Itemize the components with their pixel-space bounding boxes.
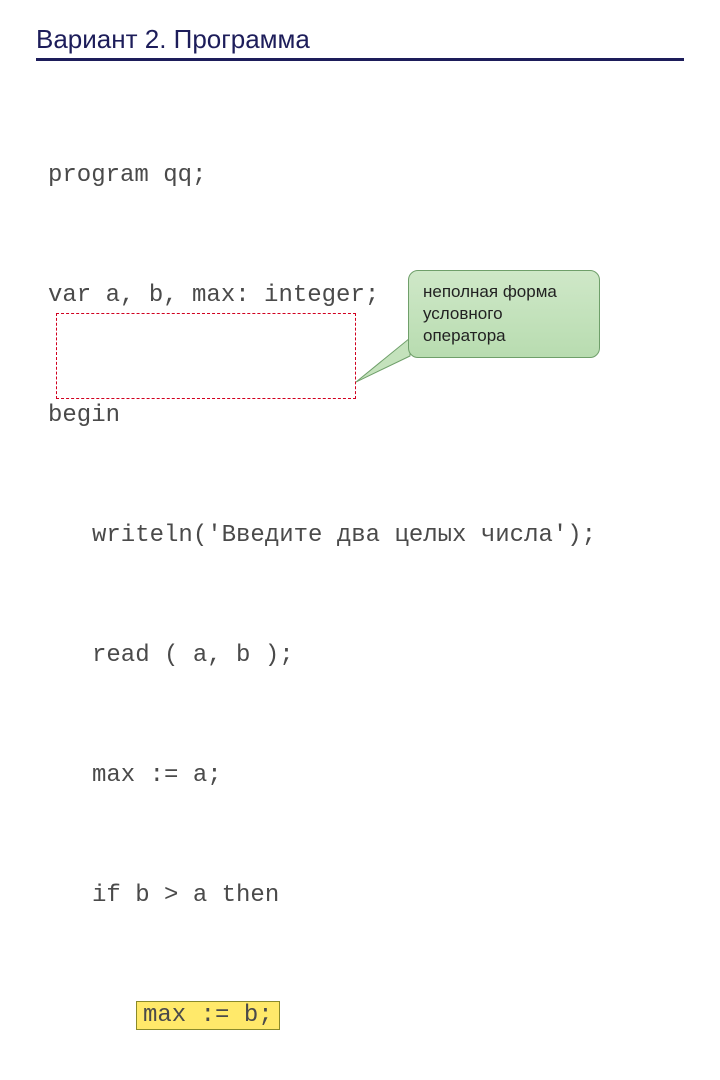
code-line-6: max := a;: [48, 756, 596, 796]
callout-box: неполная форма условного оператора: [408, 270, 600, 358]
page-title: Вариант 2. Программа: [36, 24, 310, 55]
code-line-8: max := b;: [48, 996, 596, 1036]
callout-tail: [356, 332, 412, 388]
code-line-4: writeln('Введите два целых числа');: [48, 516, 596, 556]
code-line-5: read ( a, b );: [48, 636, 596, 676]
code-line-7: if b > a then: [48, 876, 596, 916]
highlight-box: max := b;: [136, 1001, 280, 1030]
code-block: program qq; var a, b, max: integer; begi…: [48, 76, 596, 1080]
code-line-3: begin: [48, 396, 596, 436]
title-rule: [36, 58, 684, 61]
code-line-1: program qq;: [48, 156, 596, 196]
